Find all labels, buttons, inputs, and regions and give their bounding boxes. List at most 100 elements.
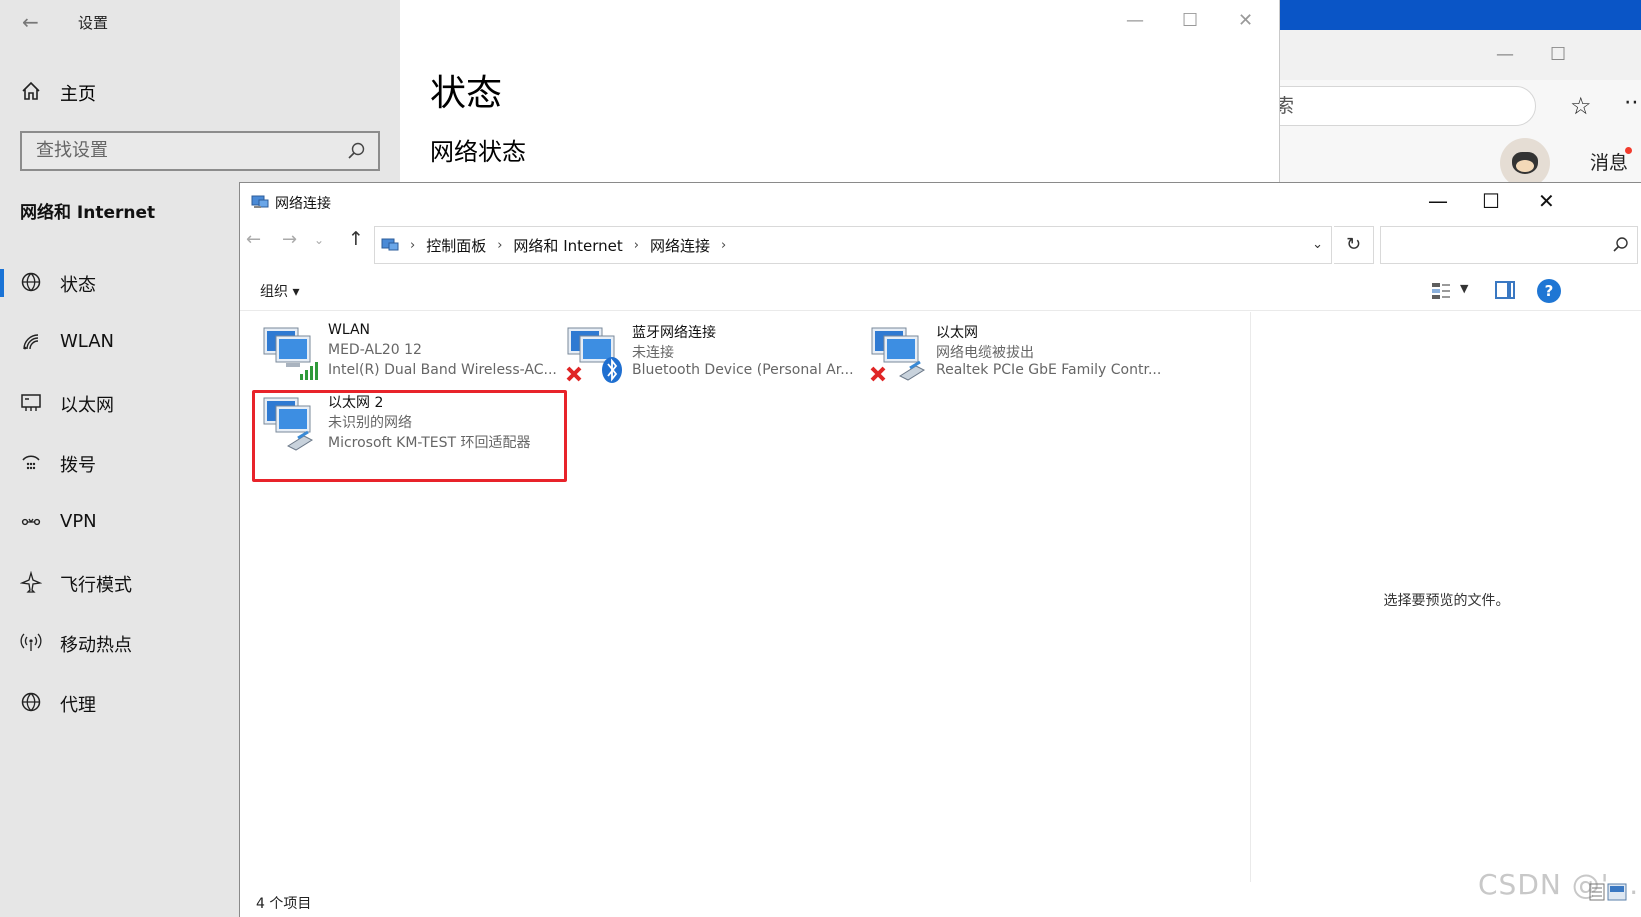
messages-link[interactable]: 消息	[1590, 148, 1628, 175]
favorites-star-icon[interactable]: ☆	[1570, 92, 1592, 120]
connection-device: Realtek PCIe GbE Family Contr...	[936, 362, 1162, 378]
home-icon	[22, 81, 40, 100]
more-options-icon[interactable]: ⋯	[1624, 90, 1641, 115]
wifi-icon	[23, 334, 39, 350]
browser-titlebar	[1228, 30, 1641, 80]
up-button[interactable]: ↑	[348, 228, 364, 250]
nav-item-dialup[interactable]: 拨号	[0, 443, 240, 483]
explorer-minimize-button[interactable]: —	[1428, 189, 1448, 213]
connections-list: WLAN MED-AL20 12 Intel(R) Dual Band Wire…	[240, 312, 1250, 882]
breadcrumb-separator: ›	[410, 237, 416, 253]
connection-name: 蓝牙网络连接	[632, 325, 716, 341]
browser-maximize-button[interactable]: ☐	[1550, 44, 1566, 65]
item-count: 4 个项目	[256, 896, 312, 912]
vpn-icon	[21, 518, 41, 526]
explorer-title: 网络连接	[275, 196, 331, 212]
breadcrumb-separator: ›	[497, 237, 503, 253]
breadcrumb-network-connections[interactable]: 网络连接	[650, 235, 710, 256]
status-bar: 4 个项目	[240, 883, 1641, 917]
connection-name: 以太网	[936, 325, 978, 341]
control-panel-icon	[381, 238, 399, 251]
nav-item-vpn[interactable]: VPN	[0, 503, 240, 543]
home-label: 主页	[60, 84, 96, 105]
nav-item-ethernet[interactable]: 以太网	[0, 383, 240, 423]
page-subtitle: 网络状态	[430, 138, 526, 166]
connection-status: 网络电缆被拔出	[936, 345, 1034, 361]
settings-search-placeholder: 查找设置	[36, 140, 108, 161]
network-adapter-icon	[263, 327, 318, 380]
command-bar: 组织 ▾ ▼ ?	[240, 271, 1641, 311]
nav-item-label: 状态	[60, 275, 96, 296]
preview-pane-toggle-icon[interactable]	[1495, 281, 1515, 299]
search-icon	[1613, 237, 1628, 252]
nav-item-label: 移动热点	[60, 635, 132, 656]
browser-top-strip	[1228, 0, 1641, 30]
network-connections-window: 网络连接 — ☐ ✕ ← → ⌄ ↑ › 控制面板 › 网络和 Internet…	[239, 182, 1641, 917]
explorer-close-button[interactable]: ✕	[1538, 189, 1555, 213]
nav-item-airplane-mode[interactable]: 飞行模式	[0, 563, 240, 603]
network-folder-icon	[251, 195, 269, 208]
nav-item-status[interactable]: 状态	[0, 263, 240, 303]
network-adapter-icon	[870, 327, 926, 382]
network-adapter-icon	[566, 327, 622, 383]
connection-device: Bluetooth Device (Personal Ar...	[632, 362, 854, 378]
connection-item-ethernet[interactable]: 以太网 网络电缆被拔出 Realtek PCIe GbE Family Cont…	[862, 318, 1167, 386]
settings-main-pane: — ☐ ✕	[400, 0, 1280, 183]
settings-close-button[interactable]: ✕	[1238, 10, 1253, 31]
connection-status: MED-AL20 12	[328, 342, 422, 358]
nav-item-label: 飞行模式	[60, 575, 132, 596]
settings-title: 设置	[78, 14, 109, 32]
change-view-icon[interactable]	[1430, 281, 1452, 301]
avatar-cat-face	[1516, 160, 1534, 172]
airplane-icon	[20, 571, 42, 593]
browser-minimize-button[interactable]: —	[1496, 44, 1514, 65]
breadcrumb-network-internet[interactable]: 网络和 Internet	[513, 235, 622, 256]
taskbar-tray-icon[interactable]	[1588, 878, 1628, 908]
settings-minimize-button[interactable]: —	[1126, 10, 1144, 31]
ethernet-icon	[21, 394, 41, 411]
nav-item-label: 代理	[60, 695, 96, 716]
breadcrumb-control-panel[interactable]: 控制面板	[426, 235, 486, 256]
globe-icon	[21, 272, 41, 292]
recent-locations-dropdown[interactable]: ⌄	[314, 233, 324, 247]
breadcrumb: › 控制面板 › 网络和 Internet › 网络连接 ›	[381, 227, 737, 263]
connection-item-wlan[interactable]: WLAN MED-AL20 12 Intel(R) Dual Band Wire…	[254, 318, 559, 386]
forward-button[interactable]: →	[282, 229, 297, 250]
explorer-titlebar: 网络连接 — ☐ ✕	[240, 183, 1641, 223]
connection-name: WLAN	[328, 322, 371, 338]
search-icon	[348, 142, 365, 159]
address-dropdown-icon[interactable]: ⌄	[1312, 237, 1323, 252]
breadcrumb-separator: ›	[633, 237, 639, 253]
nav-item-label: 以太网	[60, 395, 114, 416]
dialup-icon	[22, 455, 40, 470]
refresh-button[interactable]: ↻	[1334, 226, 1374, 264]
notification-dot	[1625, 147, 1632, 154]
organize-menu[interactable]: 组织 ▾	[260, 281, 299, 301]
settings-search-input[interactable]: 查找设置	[20, 131, 380, 171]
avatar[interactable]	[1500, 138, 1550, 188]
nav-item-proxy[interactable]: 代理	[0, 683, 240, 723]
connection-item-bluetooth[interactable]: 蓝牙网络连接 未连接 Bluetooth Device (Personal Ar…	[558, 318, 863, 386]
preview-pane: 选择要预览的文件。	[1250, 312, 1641, 882]
red-highlight-box	[252, 390, 567, 482]
breadcrumb-separator: ›	[720, 237, 727, 253]
hotspot-icon	[20, 633, 42, 651]
back-arrow-icon[interactable]: ←	[22, 10, 39, 34]
view-dropdown-icon[interactable]: ▼	[1460, 282, 1468, 295]
nav-item-wlan[interactable]: WLAN	[0, 323, 240, 363]
nav-item-mobile-hotspot[interactable]: 移动热点	[0, 623, 240, 663]
back-button[interactable]: ←	[246, 229, 261, 250]
nav-item-label: VPN	[60, 511, 97, 532]
explorer-maximize-button[interactable]: ☐	[1482, 189, 1500, 213]
help-button[interactable]: ?	[1537, 279, 1561, 303]
settings-maximize-button[interactable]: ☐	[1182, 10, 1198, 31]
preview-message: 选择要预览的文件。	[1383, 593, 1510, 609]
nav-item-label: WLAN	[60, 331, 115, 352]
section-title: 网络和 Internet	[20, 203, 156, 223]
explorer-search-input[interactable]	[1380, 226, 1638, 264]
address-bar[interactable]: › 控制面板 › 网络和 Internet › 网络连接 › ⌄	[374, 226, 1332, 264]
page-title: 状态	[430, 73, 503, 114]
proxy-globe-icon	[21, 692, 41, 712]
connection-device: Intel(R) Dual Band Wireless-AC...	[328, 362, 557, 378]
connection-status: 未连接	[632, 345, 674, 361]
